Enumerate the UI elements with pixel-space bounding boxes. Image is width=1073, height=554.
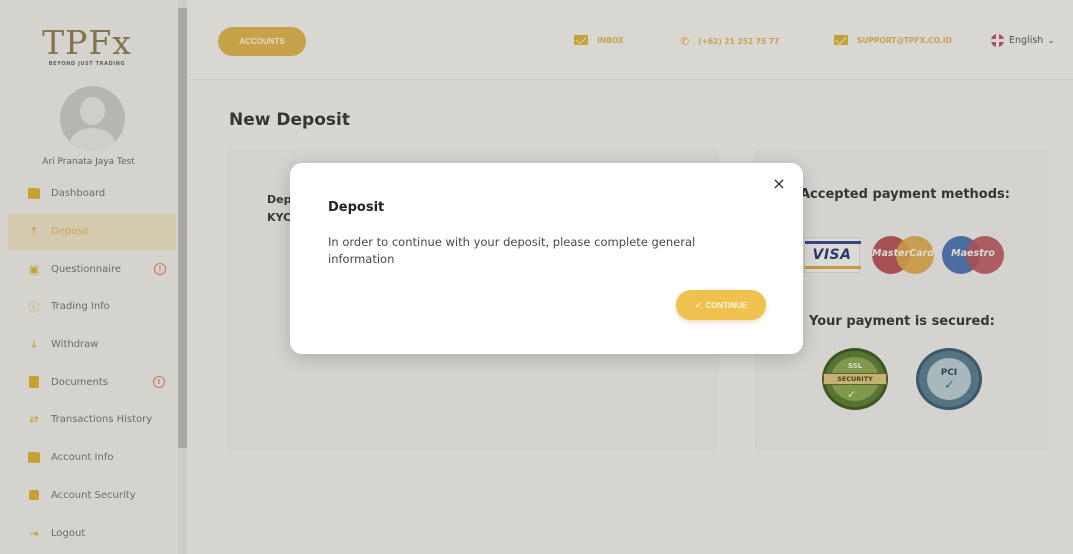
continue-label: CONTINUE (705, 300, 748, 310)
close-icon[interactable]: × (771, 176, 787, 192)
continue-button[interactable]: ✓ CONTINUE (676, 290, 766, 320)
check-icon: ✓ (694, 300, 702, 310)
modal-message: In order to continue with your deposit, … (328, 235, 696, 266)
deposit-modal: × Deposit In order to continue with your… (290, 163, 803, 354)
modal-title: Deposit (328, 200, 385, 215)
